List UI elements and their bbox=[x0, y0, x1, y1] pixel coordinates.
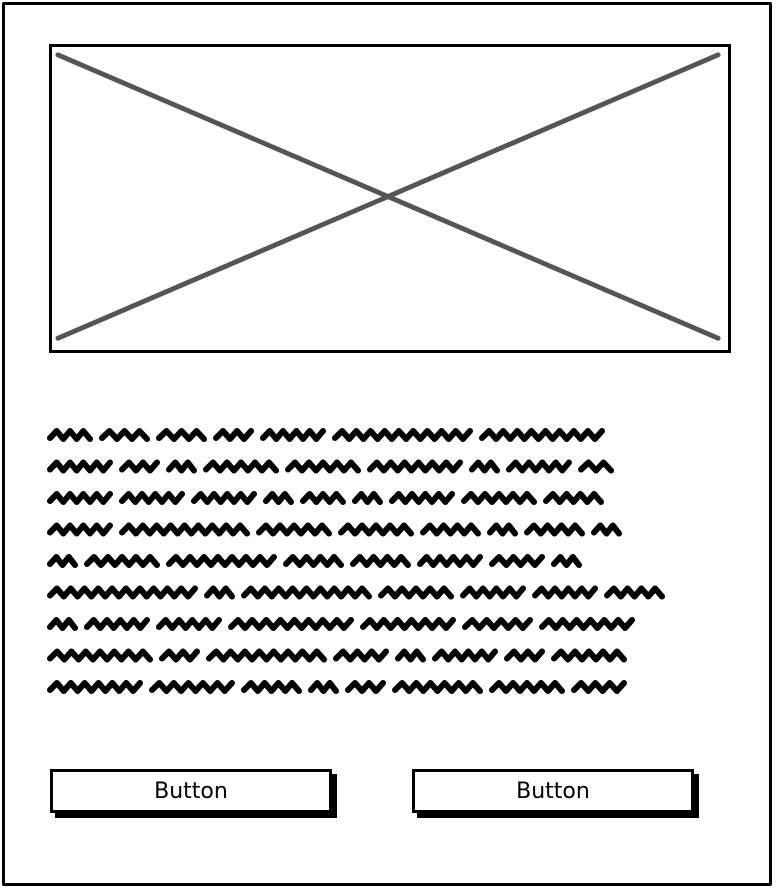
scribble-word bbox=[350, 554, 411, 568]
scribble-word bbox=[119, 459, 160, 474]
scribble-word bbox=[532, 585, 598, 600]
scribble-word bbox=[395, 648, 426, 663]
scribble-word bbox=[47, 491, 113, 505]
scribble-word bbox=[332, 428, 473, 442]
scribble-word bbox=[84, 554, 160, 568]
scribble-word bbox=[462, 617, 533, 631]
scribble-word bbox=[241, 585, 372, 600]
scribble-word bbox=[489, 680, 565, 694]
scribble-word bbox=[191, 491, 257, 505]
scribble-word bbox=[524, 522, 585, 537]
scribble-word bbox=[166, 459, 197, 474]
scribble-word bbox=[47, 617, 78, 631]
scribble-word bbox=[578, 459, 614, 474]
scribble-word bbox=[47, 585, 198, 600]
scribble-word bbox=[166, 554, 277, 568]
right-button[interactable]: Button bbox=[412, 769, 694, 813]
body-text-placeholder bbox=[46, 422, 726, 712]
scribble-word bbox=[420, 522, 481, 537]
scribble-word bbox=[392, 680, 483, 694]
scribble-word bbox=[119, 491, 185, 505]
scribble-word bbox=[539, 617, 635, 631]
scribble-word bbox=[228, 617, 354, 631]
scribble-word bbox=[119, 522, 250, 537]
scribble-word bbox=[333, 648, 389, 663]
scribble-word bbox=[47, 648, 153, 663]
scribble-word bbox=[156, 428, 207, 442]
scribble-word bbox=[551, 648, 627, 663]
scribble-word bbox=[47, 428, 93, 442]
scribble-word bbox=[345, 680, 386, 694]
scribble-word bbox=[47, 680, 143, 694]
image-placeholder-icon bbox=[55, 52, 721, 341]
scribble-word bbox=[156, 617, 222, 631]
scribble-word bbox=[551, 554, 582, 568]
scribble-word bbox=[338, 522, 414, 537]
scribble-word bbox=[352, 491, 383, 505]
scribble-word bbox=[213, 428, 254, 442]
scribble-word bbox=[432, 648, 498, 663]
scribble-word bbox=[241, 680, 302, 694]
scribble-word bbox=[260, 428, 326, 442]
scribble-word bbox=[367, 459, 463, 474]
scribble-word bbox=[417, 554, 483, 568]
scribble-word bbox=[256, 522, 332, 537]
scribble-word bbox=[159, 648, 200, 663]
scribble-word bbox=[378, 585, 454, 600]
scribble-word bbox=[604, 585, 665, 600]
scribble-word bbox=[308, 680, 339, 694]
scribble-word bbox=[460, 585, 526, 600]
scribble-word bbox=[285, 459, 361, 474]
scribble-word bbox=[543, 491, 604, 505]
scribble-word bbox=[469, 459, 500, 474]
scribble-word bbox=[504, 648, 545, 663]
scribble-word bbox=[487, 522, 518, 537]
scribble-word bbox=[506, 459, 572, 474]
scribble-word bbox=[149, 680, 235, 694]
image-placeholder bbox=[49, 44, 731, 353]
scribble-word bbox=[591, 522, 622, 537]
scribble-word bbox=[489, 554, 545, 568]
scribble-text bbox=[47, 428, 665, 694]
scribble-word bbox=[479, 428, 605, 442]
scribble-word bbox=[206, 648, 327, 663]
scribble-word bbox=[300, 491, 346, 505]
scribble-word bbox=[461, 491, 537, 505]
scribble-word bbox=[389, 491, 455, 505]
left-button[interactable]: Button bbox=[50, 769, 332, 813]
scribble-word bbox=[47, 554, 78, 568]
scribble-word bbox=[204, 585, 235, 600]
scribble-word bbox=[84, 617, 150, 631]
scribble-word bbox=[47, 459, 113, 474]
scribble-word bbox=[283, 554, 344, 568]
scribble-word bbox=[47, 522, 113, 537]
scribble-word bbox=[360, 617, 456, 631]
scribble-word bbox=[263, 491, 294, 505]
scribble-word bbox=[571, 680, 627, 694]
scribble-word bbox=[203, 459, 279, 474]
scribble-word bbox=[99, 428, 150, 442]
